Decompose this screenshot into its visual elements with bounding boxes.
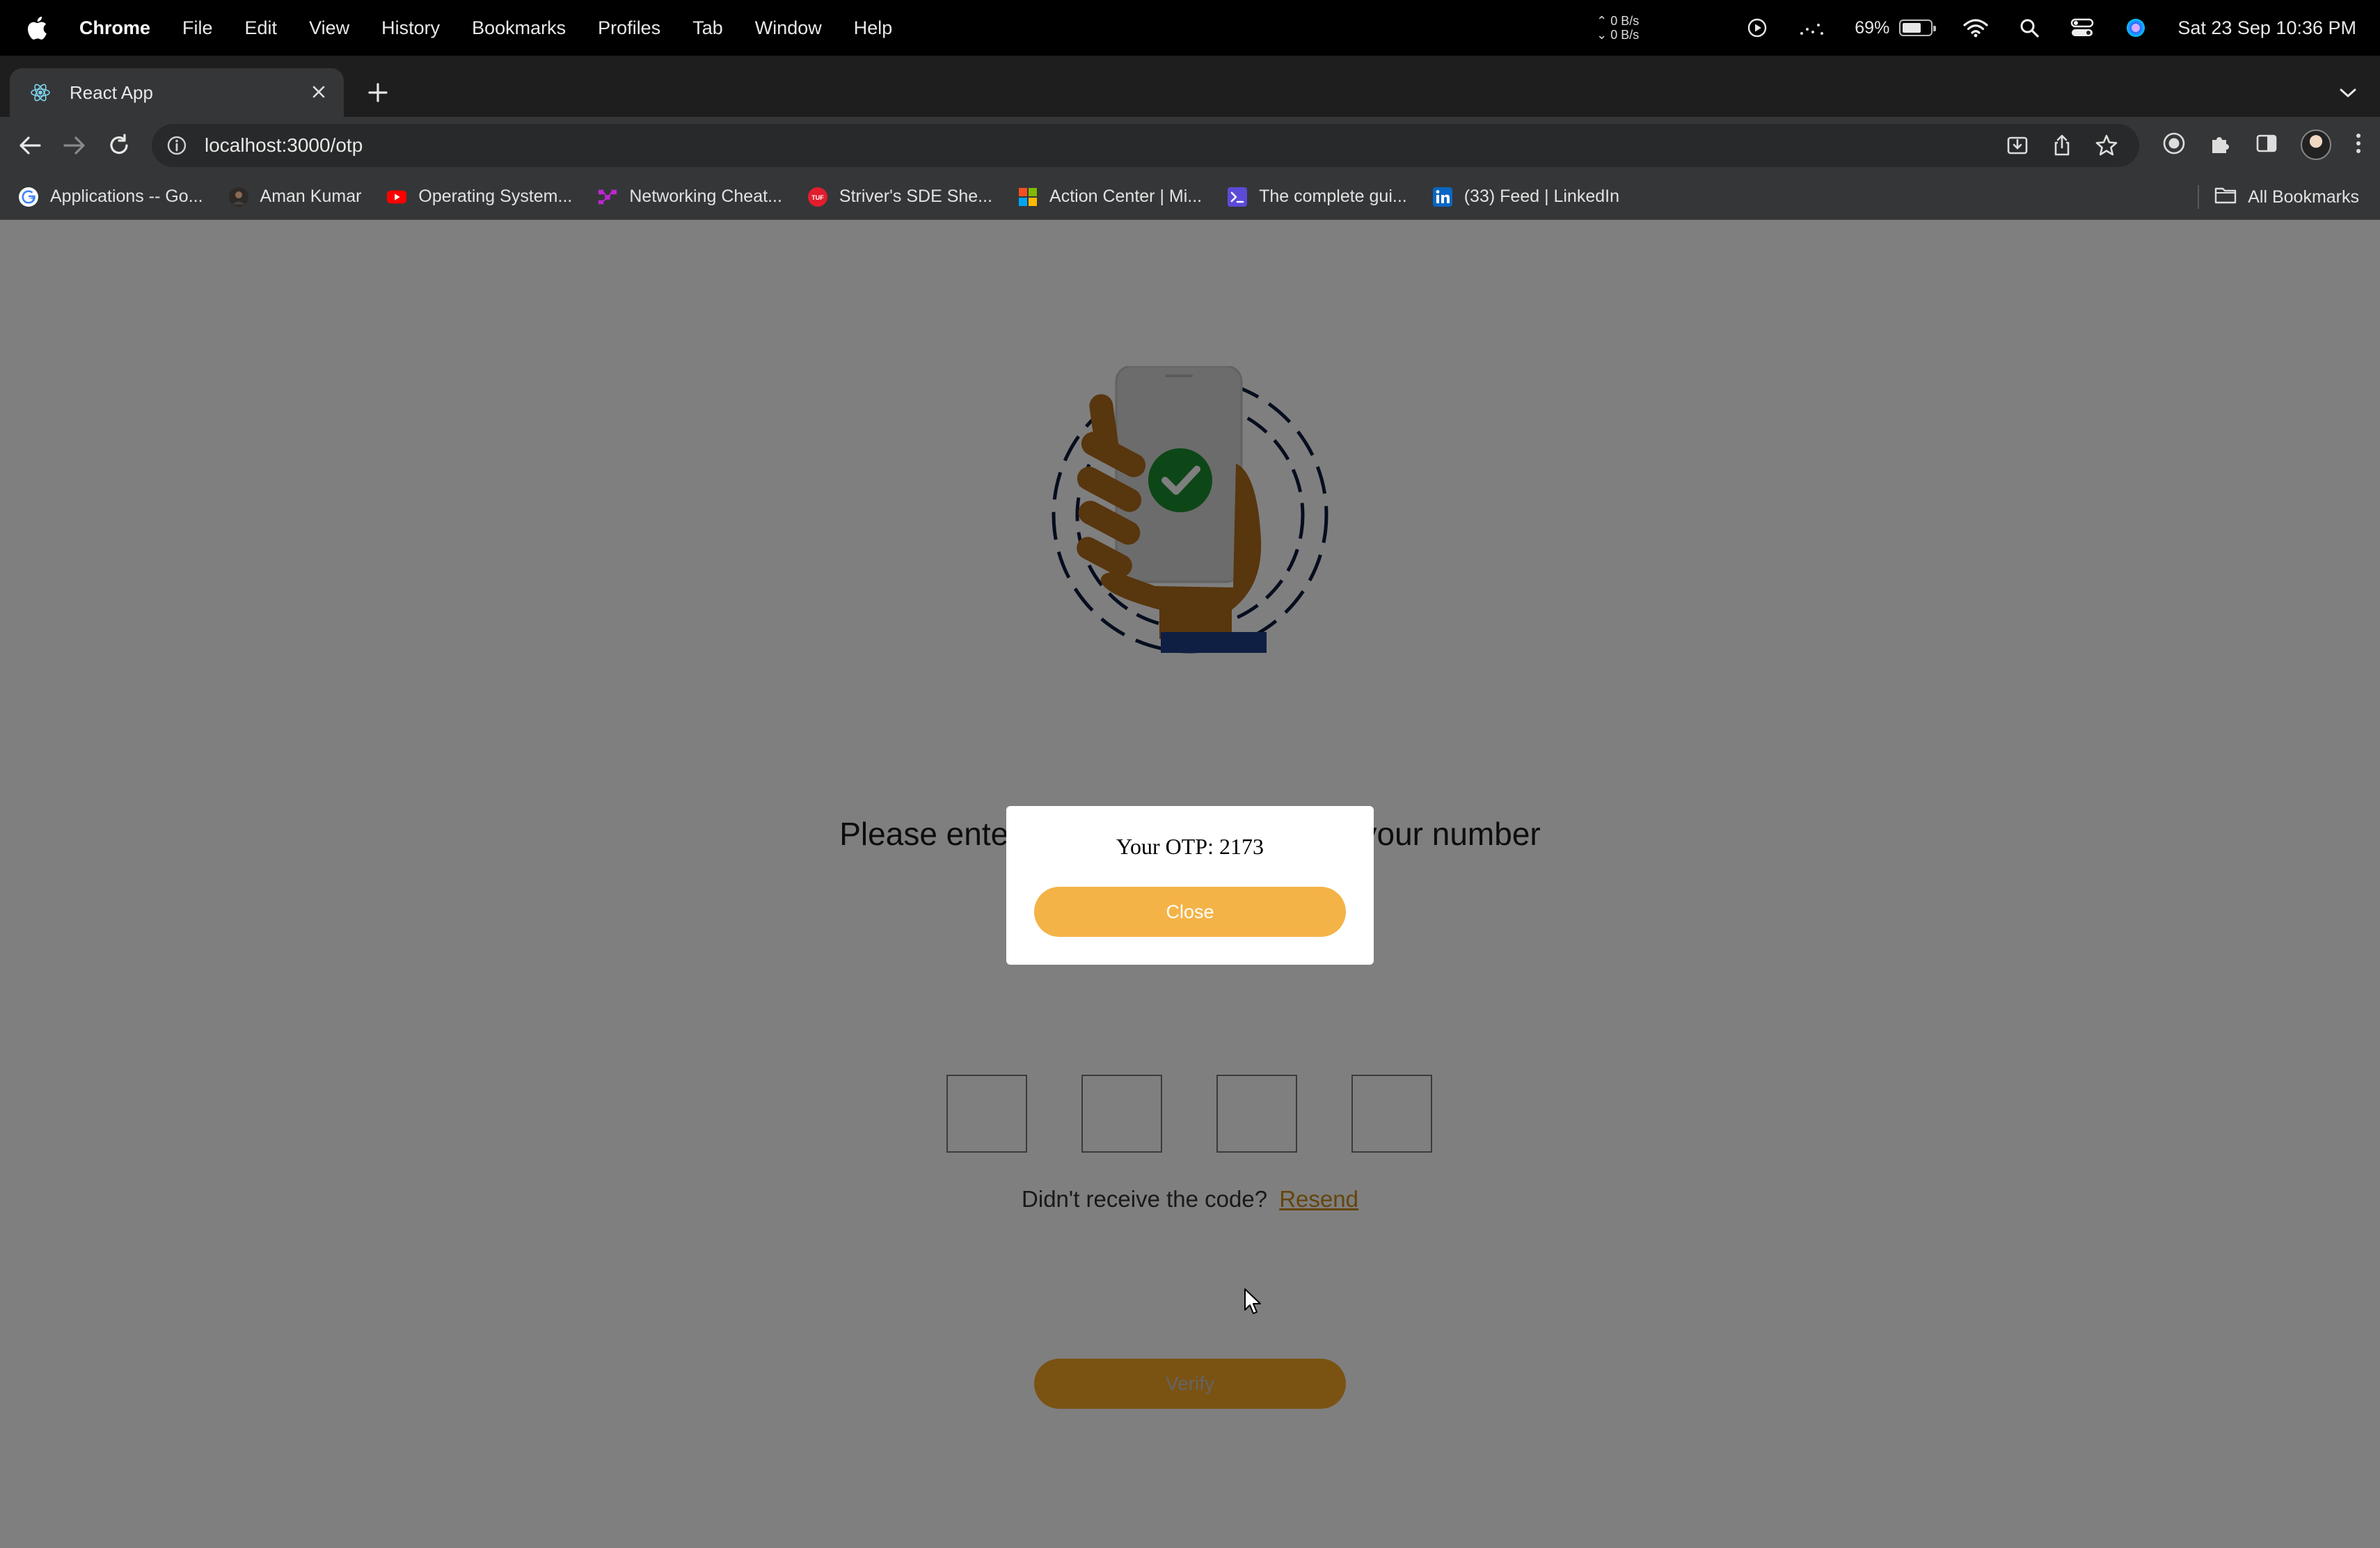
react-icon <box>31 84 50 102</box>
menu-profiles[interactable]: Profiles <box>598 17 660 39</box>
tab-search-chevron-icon[interactable] <box>2334 79 2362 107</box>
bookmark-item[interactable]: Aman Kumar <box>228 187 362 207</box>
reload-icon[interactable] <box>104 131 134 160</box>
network-icon <box>597 187 618 207</box>
modal-close-button[interactable]: Close <box>1034 887 1346 937</box>
menu-window[interactable]: Window <box>755 17 822 39</box>
browser-toolbar: localhost:3000/otp <box>0 117 2380 174</box>
bookmark-label: The complete gui... <box>1259 187 1407 206</box>
profile-avatar[interactable] <box>2301 129 2331 160</box>
menu-app-name[interactable]: Chrome <box>79 17 150 39</box>
browser-tab-strip: React App <box>0 56 2380 117</box>
bookmarks-separator <box>2198 185 2200 209</box>
menubar-clock[interactable]: Sat 23 Sep 10:36 PM <box>2177 17 2356 39</box>
linkedin-icon <box>1432 187 1453 207</box>
bookmark-label: Action Center | Mi... <box>1049 187 1203 206</box>
bookmark-item[interactable]: TUF Striver's SDE She... <box>807 187 992 207</box>
extensions-puzzle-icon[interactable] <box>2209 132 2232 159</box>
siri-icon[interactable] <box>2125 17 2147 39</box>
site-info-icon[interactable] <box>166 134 188 157</box>
mouse-pointer-icon <box>1244 1288 1261 1314</box>
forward-arrow-icon[interactable] <box>60 131 89 160</box>
battery-icon[interactable] <box>1899 19 1937 36</box>
bookmark-label: (33) Feed | LinkedIn <box>1463 187 1620 206</box>
youtube-icon <box>386 187 407 207</box>
bookmark-label: Applications -- Go... <box>50 187 203 206</box>
all-bookmarks-button[interactable]: All Bookmarks <box>2198 174 2359 220</box>
address-bar[interactable]: localhost:3000/otp <box>152 124 2139 167</box>
bookmarks-bar: Applications -- Go... Aman Kumar Operati… <box>0 174 2380 220</box>
menu-view[interactable]: View <box>309 17 349 39</box>
otp-modal-message: Your OTP: 2173 <box>1116 834 1264 859</box>
bookmark-label: Aman Kumar <box>260 187 362 206</box>
activity-dots-icon[interactable] <box>1799 19 1824 36</box>
menu-tab[interactable]: Tab <box>692 17 723 39</box>
microsoft-icon <box>1017 187 1038 207</box>
google-icon <box>18 187 39 207</box>
battery-fill <box>1903 23 1921 33</box>
bookmark-item[interactable]: (33) Feed | LinkedIn <box>1432 187 1619 207</box>
bookmark-item[interactable]: Action Center | Mi... <box>1017 187 1202 207</box>
extension-record-icon[interactable] <box>2161 131 2187 159</box>
tab-title: React App <box>70 81 153 103</box>
battery-percentage[interactable]: 69% <box>1855 18 1889 38</box>
bookmark-item[interactable]: Applications -- Go... <box>18 187 203 207</box>
menu-bookmarks[interactable]: Bookmarks <box>472 17 566 39</box>
chrome-menu-kebab-icon[interactable] <box>2354 132 2363 159</box>
menu-file[interactable]: File <box>182 17 213 39</box>
bookmark-label: Striver's SDE She... <box>839 187 993 206</box>
net-up-value: 0 B/s <box>1610 14 1640 28</box>
wifi-icon[interactable] <box>1963 18 1988 38</box>
share-icon[interactable] <box>2050 134 2074 161</box>
menu-history[interactable]: History <box>381 17 440 39</box>
net-download-speed: ⌄ 0 B/s <box>1596 28 1640 42</box>
bookmark-star-icon[interactable] <box>2095 134 2118 161</box>
profile-photo-icon <box>228 187 249 207</box>
macos-menubar: Chrome File Edit View History Bookmarks … <box>0 0 2380 56</box>
net-upload-speed: ⌃ 0 B/s <box>1596 14 1640 28</box>
back-arrow-icon[interactable] <box>15 131 45 160</box>
bookmark-item[interactable]: The complete gui... <box>1227 187 1407 207</box>
bookmark-item[interactable]: Operating System... <box>386 187 572 207</box>
menu-edit[interactable]: Edit <box>245 17 278 39</box>
net-down-value: 0 B/s <box>1610 28 1640 42</box>
tuf-icon: TUF <box>807 187 828 207</box>
svg-text:TUF: TUF <box>811 194 824 201</box>
browser-tab-active[interactable]: React App <box>10 68 344 117</box>
bookmark-item[interactable]: Networking Cheat... <box>597 187 782 207</box>
folder-icon <box>2214 186 2237 209</box>
bookmark-label: Operating System... <box>418 187 573 206</box>
spotlight-search-icon[interactable] <box>2019 17 2040 38</box>
menu-help[interactable]: Help <box>854 17 893 39</box>
bookmark-label: Networking Cheat... <box>629 187 782 206</box>
tab-close-icon[interactable] <box>308 81 330 103</box>
all-bookmarks-label: All Bookmarks <box>2248 187 2359 207</box>
control-center-icon[interactable] <box>2070 17 2094 38</box>
new-tab-plus-icon[interactable] <box>362 77 394 109</box>
apple-logo-icon[interactable] <box>26 15 47 40</box>
address-bar-url[interactable]: localhost:3000/otp <box>205 134 363 157</box>
network-speed-widget[interactable]: ⌃ 0 B/s ⌄ 0 B/s <box>1596 14 1639 42</box>
side-panel-icon[interactable] <box>2255 132 2278 159</box>
otp-modal: Your OTP: 2173 Close <box>1006 806 1374 965</box>
install-app-icon[interactable] <box>2006 134 2029 161</box>
terminal-icon <box>1227 187 1248 207</box>
media-play-icon[interactable] <box>1746 17 1768 39</box>
page-viewport: Please enter the 4-digit code sent to yo… <box>0 220 2380 1548</box>
